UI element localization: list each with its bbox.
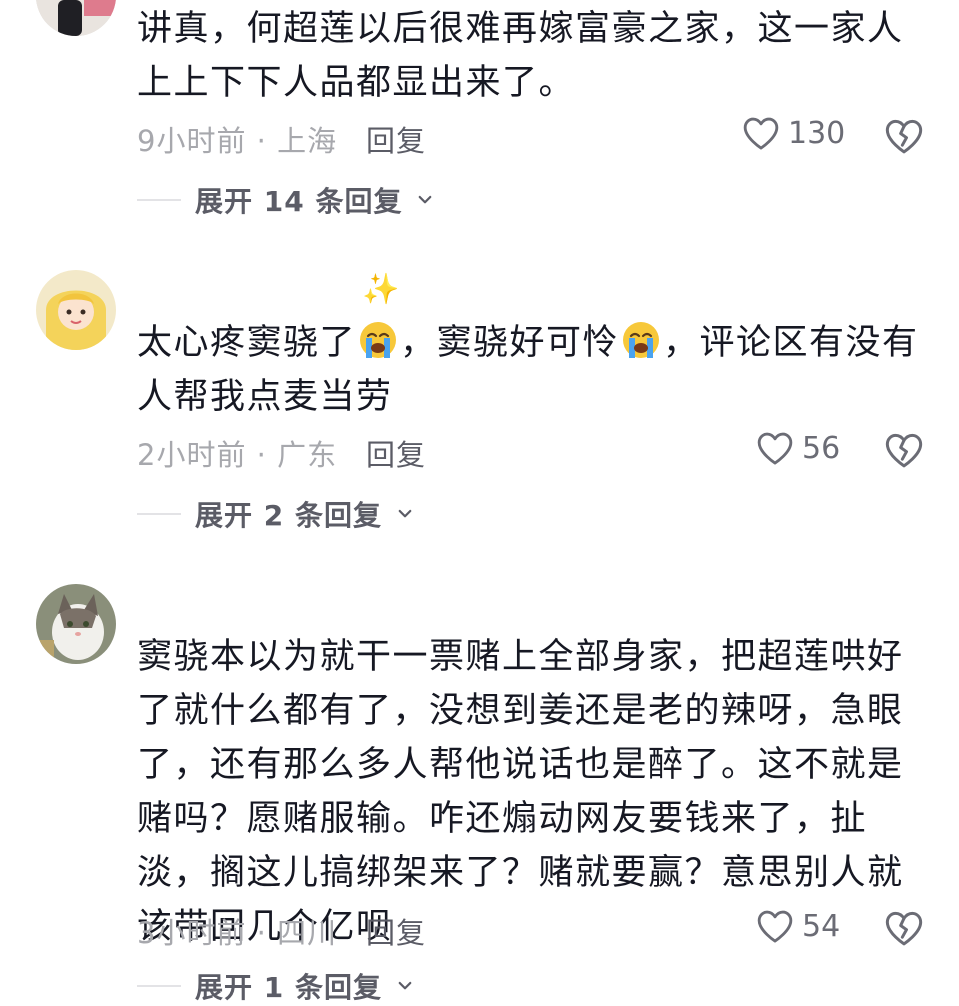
comment-text: 太心疼窦骁了 ，窦骁好可怜 ，评论区有没有人帮我点麦当劳 (137, 316, 927, 424)
avatar[interactable] (36, 270, 116, 350)
divider (137, 985, 181, 987)
comment-text-part: 太心疼窦骁了 (137, 323, 357, 363)
loudly-crying-face-emoji (623, 322, 660, 358)
chevron-down-icon (419, 195, 432, 204)
like-button[interactable]: 130 (742, 115, 845, 151)
chevron-down-icon (398, 981, 412, 990)
expand-replies-button[interactable]: 展开 2 条回复 (137, 494, 414, 534)
chevron-down-icon (398, 509, 412, 518)
expand-replies-label: 展开 14 条回复 (195, 185, 403, 218)
like-count: 56 (802, 430, 841, 466)
reply-button[interactable]: 回复 (366, 910, 426, 952)
reply-button[interactable]: 回复 (366, 118, 426, 160)
like-button[interactable]: 56 (756, 430, 840, 466)
avatar[interactable] (36, 0, 116, 36)
comment-text: 窦骁本以为就干一票赌上全部身家，把超莲哄好了就什么都有了，没想到姜还是老的辣呀，… (137, 637, 904, 947)
expand-replies-button[interactable]: 展开 14 条回复 (137, 180, 434, 220)
broken-heart-icon[interactable] (884, 430, 924, 470)
heart-outline-icon (757, 910, 793, 943)
divider (137, 513, 181, 515)
like-button[interactable]: 54 (756, 908, 840, 944)
expand-replies-button[interactable]: 展开 1 条回复 (137, 966, 414, 1006)
reply-button[interactable]: 回复 (366, 432, 426, 474)
like-count: 130 (788, 115, 846, 151)
comment-text: 讲真，何超莲以后很难再嫁富豪之家，这一家人上上下下人品都显出来了。 (137, 9, 904, 103)
divider (137, 199, 181, 201)
loudly-crying-face-emoji (360, 322, 397, 358)
avatar[interactable] (36, 584, 116, 664)
comment-text-part: ，窦骁好可怜 (400, 323, 620, 363)
expand-replies-label: 展开 2 条回复 (195, 499, 382, 532)
heart-outline-icon (743, 117, 779, 150)
broken-heart-icon[interactable] (884, 908, 924, 948)
comment-time-location: 3小时前 · 四川 (137, 916, 338, 950)
expand-replies-label: 展开 1 条回复 (195, 971, 382, 1004)
comment-time-location: 9小时前 · 上海 (137, 124, 338, 158)
heart-outline-icon (757, 432, 793, 465)
broken-heart-icon[interactable] (884, 116, 924, 156)
like-count: 54 (802, 908, 841, 944)
comment-time-location: 2小时前 · 广东 (137, 438, 338, 472)
username-sparkle: ✨ (362, 272, 401, 307)
